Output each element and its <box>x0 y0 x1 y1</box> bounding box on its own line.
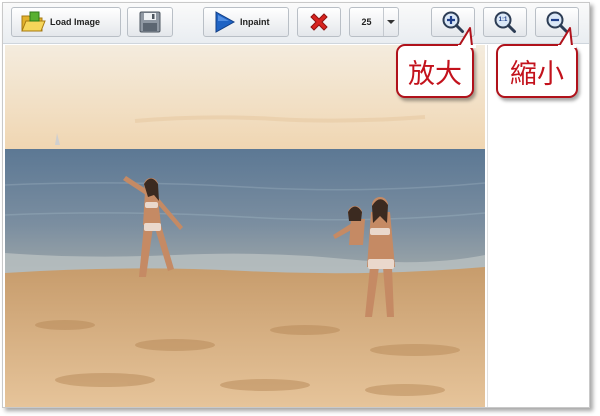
side-panel <box>487 45 588 407</box>
zoom-in-callout: 放大 <box>396 44 474 98</box>
zoom-out-callout-pointer <box>558 27 576 48</box>
zoom-in-callout-pointer <box>458 27 476 48</box>
zoom-in-callout-label: 放大 <box>408 58 462 90</box>
save-icon <box>138 10 162 34</box>
load-image-button[interactable]: Load Image <box>11 7 121 37</box>
toolbar: Load Image Inpaint 25 1:1 <box>3 3 589 44</box>
load-image-label: Load Image <box>50 17 101 27</box>
inpaint-label: Inpaint <box>240 17 270 27</box>
brush-size-value: 25 <box>361 17 372 27</box>
dropdown-arrow-icon[interactable] <box>383 8 398 36</box>
zoom-actual-icon: 1:1 <box>493 10 517 34</box>
delete-icon <box>308 11 330 33</box>
save-button[interactable] <box>127 7 173 37</box>
delete-button[interactable] <box>297 7 341 37</box>
folder-icon <box>20 10 46 34</box>
zoom-out-callout-label: 縮小 <box>510 58 564 90</box>
zoom-actual-button[interactable]: 1:1 <box>483 7 527 37</box>
zoom-actual-label: 1:1 <box>498 17 508 23</box>
brush-size-select[interactable]: 25 <box>349 7 399 37</box>
play-icon <box>212 10 236 34</box>
image-canvas[interactable] <box>5 45 485 407</box>
beach-photo <box>5 45 485 407</box>
zoom-out-callout: 縮小 <box>496 44 578 98</box>
inpaint-button[interactable]: Inpaint <box>203 7 289 37</box>
